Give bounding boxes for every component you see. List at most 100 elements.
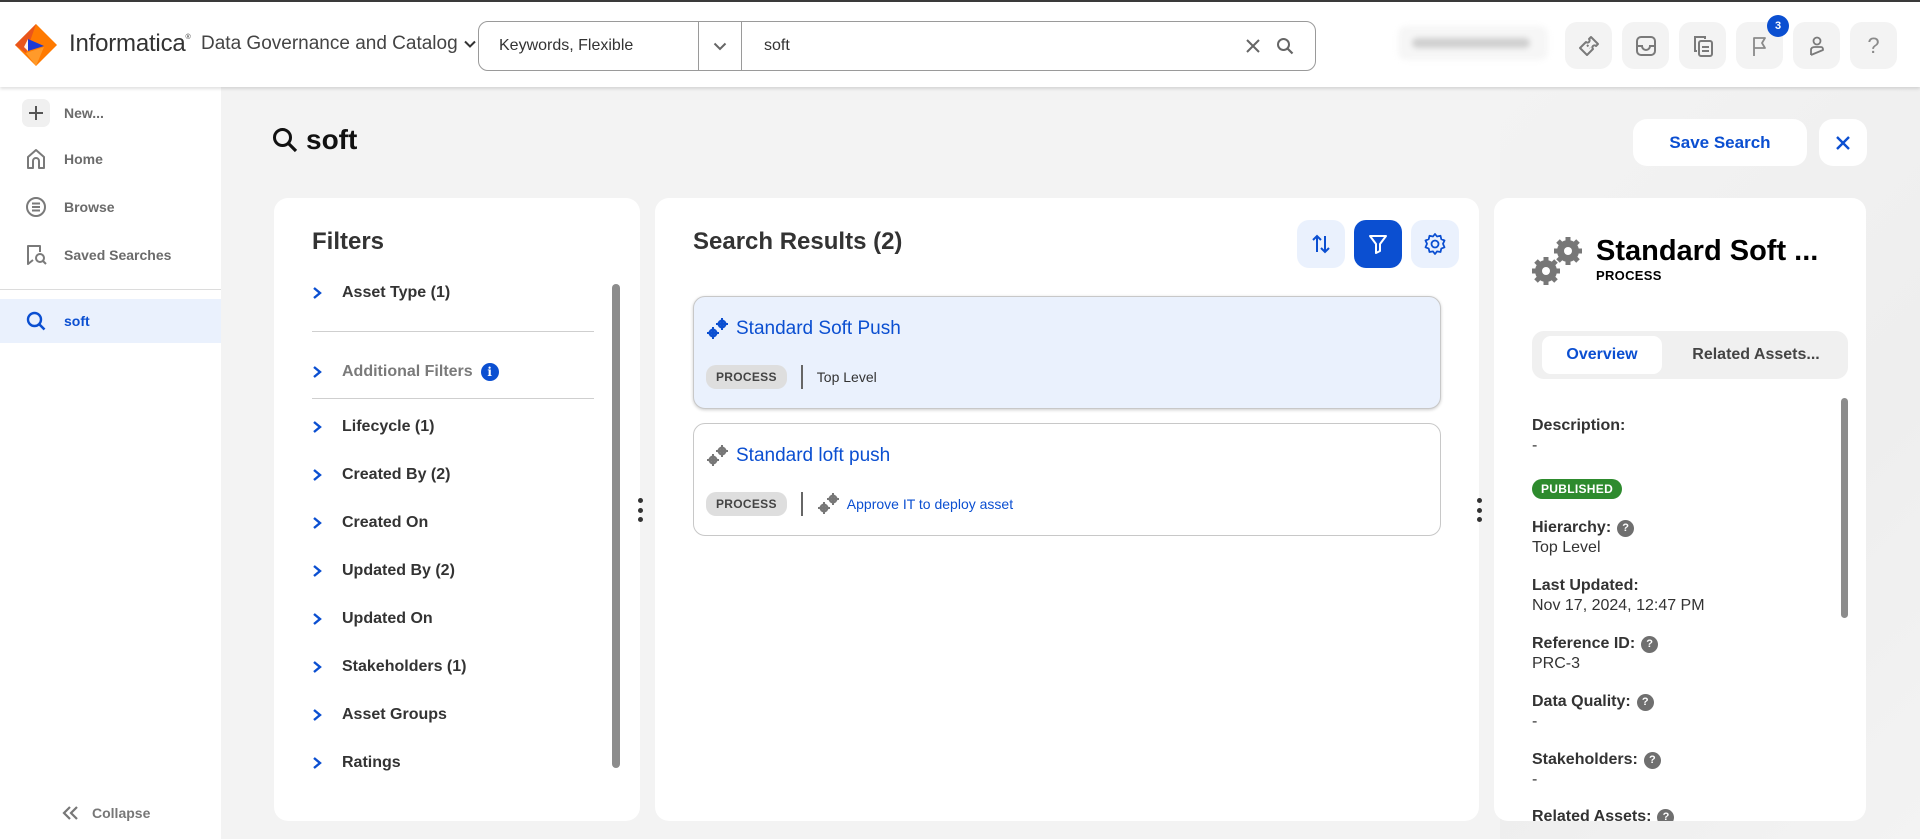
filter-created-by[interactable]: Created By (2) (312, 466, 450, 484)
field-reference-id: Reference ID:? PRC-3 (1532, 635, 1659, 673)
field-value: PRC-3 (1532, 655, 1581, 672)
filter-updated-on[interactable]: Updated On (312, 610, 433, 628)
results-panel-resize-handle[interactable] (1474, 498, 1484, 522)
result-title[interactable]: Standard loft push (706, 444, 890, 468)
page-title: soft (272, 124, 357, 156)
result-name-text: Standard loft push (736, 445, 891, 466)
filter-toggle-button[interactable] (1354, 220, 1402, 268)
search-mode-value: Keywords, Flexible (499, 37, 634, 54)
save-search-button[interactable]: Save Search (1633, 119, 1807, 166)
filter-label: Asset Groups (342, 706, 447, 723)
field-value: - (1532, 771, 1538, 788)
chevron-right-icon (312, 564, 322, 578)
notifications-button[interactable]: 3 (1736, 15, 1789, 69)
info-icon[interactable]: i (480, 363, 499, 381)
help-icon[interactable]: ? (1617, 519, 1635, 537)
top-bar: Informatica® Data Governance and Catalog… (0, 0, 1920, 87)
detail-header: Standard Soft ... PROCESS (1530, 234, 1818, 290)
documents-button[interactable] (1679, 22, 1726, 69)
result-meta: PROCESS Approve IT to deploy asset (706, 492, 1013, 516)
result-title[interactable]: Standard Soft Push (706, 317, 901, 341)
result-card[interactable]: Standard Soft Push PROCESS Top Level (693, 296, 1441, 409)
sidebar-item-saved-searches[interactable]: Saved Searches (0, 233, 221, 277)
chevron-right-icon (312, 516, 322, 530)
detail-scrollbar[interactable] (1841, 398, 1848, 618)
search-query-text[interactable]: soft (764, 37, 1237, 55)
filter-label: Updated By (2) (342, 562, 455, 579)
results-title: Search Results (2) (693, 228, 903, 255)
chevron-right-icon (312, 420, 322, 434)
close-search-button[interactable] (1819, 119, 1867, 166)
field-label: Reference ID: (1532, 635, 1636, 652)
field-data-quality: Data Quality:? - (1532, 693, 1654, 731)
product-switcher[interactable]: Data Governance and Catalog (201, 33, 476, 55)
sidebar-item-label: New... (64, 105, 104, 121)
result-hierarchy: Top Level (816, 369, 877, 385)
close-icon (1835, 135, 1851, 151)
tab-related-assets[interactable]: Related Assets... (1672, 336, 1840, 374)
saved-searches-icon (22, 243, 50, 267)
tickets-button[interactable] (1565, 22, 1612, 69)
field-label: Stakeholders: (1532, 751, 1638, 768)
filters-panel-resize-handle[interactable] (635, 498, 645, 522)
sidebar-item-new[interactable]: New... (0, 91, 221, 135)
sidebar-item-label: Saved Searches (64, 247, 172, 263)
field-label: Description: (1532, 417, 1626, 434)
tab-overview[interactable]: Overview (1542, 336, 1662, 374)
help-icon[interactable]: ? (1643, 751, 1661, 769)
asset-type-chip: PROCESS (706, 492, 787, 516)
sidebar-item-recent-search-soft[interactable]: soft (0, 299, 221, 343)
field-last-updated: Last Updated: Nov 17, 2024, 12:47 PM (1532, 577, 1705, 615)
help-icon[interactable]: ? (1657, 808, 1675, 821)
filter-label: Created By (2) (342, 466, 451, 483)
field-hierarchy: Hierarchy:? Top Level (1532, 519, 1635, 557)
collapse-sidebar-button[interactable]: Collapse (62, 805, 150, 821)
filter-additional-filters[interactable]: Additional Filters i (312, 363, 499, 381)
parent-process-link[interactable]: Approve IT to deploy asset (817, 492, 1013, 516)
result-card[interactable]: Standard loft push PROCESS Approve IT to… (693, 423, 1441, 536)
documents-icon (1691, 34, 1715, 58)
chevron-down-icon (713, 42, 727, 51)
left-sidebar: New... Home Browse Saved Searches soft C… (0, 87, 221, 839)
clear-search-icon[interactable] (1237, 30, 1269, 62)
sidebar-item-browse[interactable]: Browse (0, 185, 221, 229)
filter-created-on[interactable]: Created On (312, 514, 428, 532)
filter-asset-groups[interactable]: Asset Groups (312, 706, 447, 724)
chevron-right-icon (312, 660, 322, 674)
search-mode-dropdown-button[interactable] (699, 22, 742, 70)
search-icon (272, 127, 298, 153)
filter-asset-type[interactable]: Asset Type (1) (312, 284, 450, 302)
filter-lifecycle[interactable]: Lifecycle (1) (312, 418, 434, 436)
filter-stakeholders[interactable]: Stakeholders (1) (312, 658, 466, 676)
user-icon (1805, 34, 1829, 58)
plus-icon (22, 99, 50, 127)
sort-button[interactable] (1297, 220, 1345, 268)
help-icon[interactable]: ? (1641, 635, 1659, 653)
field-value: Nov 17, 2024, 12:47 PM (1532, 597, 1705, 614)
sidebar-item-label: soft (64, 313, 90, 329)
settings-button[interactable] (1411, 220, 1459, 268)
filter-label: Additional Filters (342, 363, 473, 380)
search-mode-select[interactable]: Keywords, Flexible (479, 22, 699, 70)
help-button[interactable]: ? (1850, 22, 1897, 69)
filter-updated-by[interactable]: Updated By (2) (312, 562, 455, 580)
detail-asset-type: PROCESS (1596, 268, 1662, 283)
sidebar-divider (0, 289, 221, 290)
informatica-logo[interactable] (14, 23, 58, 67)
browse-icon (22, 196, 50, 218)
field-label: Related Assets: (1532, 808, 1652, 821)
gear-icon (1423, 232, 1447, 256)
inbox-button[interactable] (1622, 22, 1669, 69)
global-search-bar: Keywords, Flexible soft (478, 21, 1316, 71)
result-meta: PROCESS Top Level (706, 365, 877, 389)
chevron-down-icon (463, 40, 476, 48)
user-profile-button[interactable] (1793, 22, 1840, 69)
parent-process-name: Approve IT to deploy asset (846, 496, 1014, 512)
search-input[interactable]: soft (742, 22, 1315, 70)
search-icon[interactable] (1269, 30, 1301, 62)
filters-scrollbar[interactable] (612, 284, 620, 768)
sidebar-item-home[interactable]: Home (0, 137, 221, 181)
filter-ratings[interactable]: Ratings (312, 754, 401, 772)
help-icon[interactable]: ? (1636, 693, 1654, 711)
chevron-right-icon (312, 612, 322, 626)
